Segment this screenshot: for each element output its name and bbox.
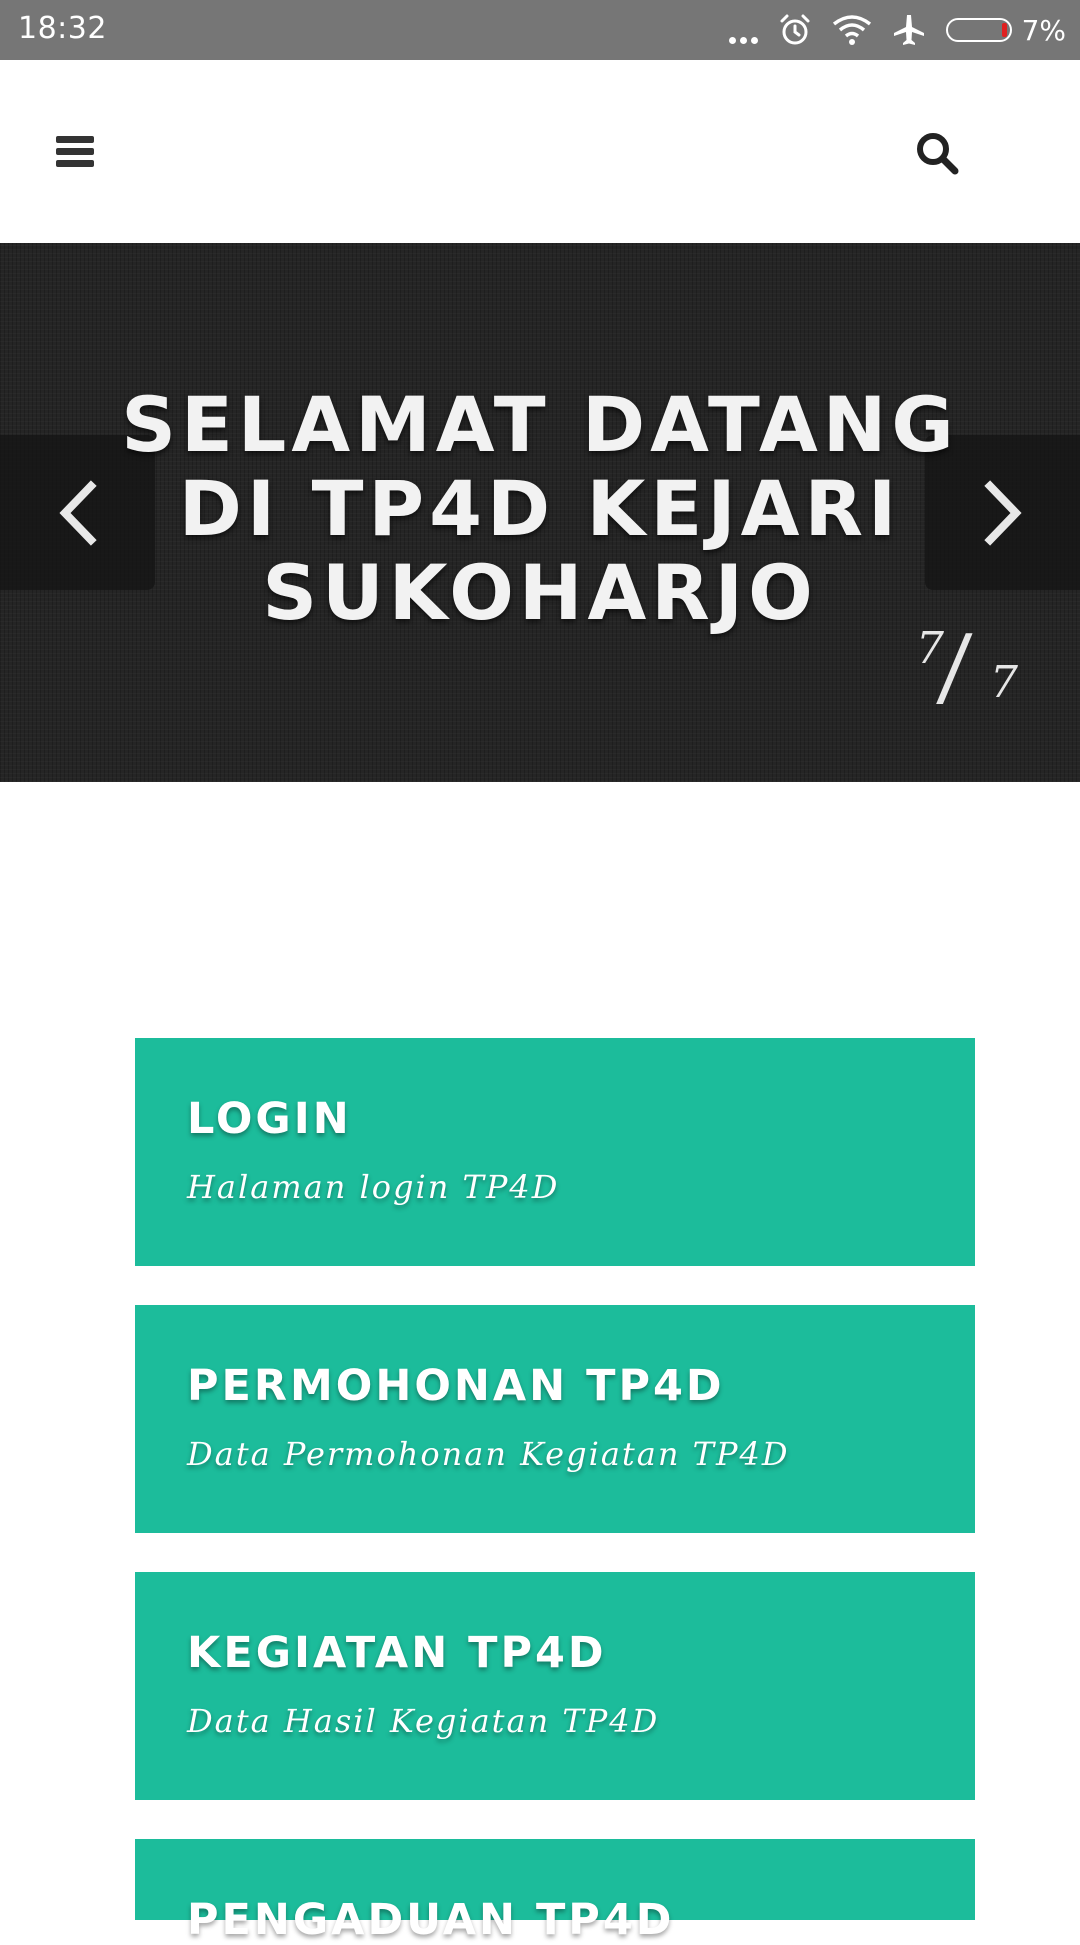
card-subtitle: Data Hasil Kegiatan TP4D: [187, 1702, 660, 1740]
card-subtitle: Data Permohonan Kegiatan TP4D: [187, 1435, 790, 1473]
slide-counter: 7 / 7: [906, 617, 1026, 717]
hero-title: SELAMAT DATANG DI TP4D KEJARI SUKOHARJO: [121, 380, 959, 637]
card-pengaduan[interactable]: PENGADUAN TP4D: [135, 1839, 975, 1945]
card-title: LOGIN: [187, 1094, 352, 1144]
search-icon[interactable]: [914, 130, 960, 176]
card-login[interactable]: LOGIN Halaman login TP4D: [135, 1038, 975, 1266]
status-time: 18:32: [18, 11, 107, 46]
menu-icon[interactable]: [56, 136, 94, 168]
hero-slider: SELAMAT DATANG DI TP4D KEJARI SUKOHARJO …: [0, 243, 1080, 782]
more-dots-icon: [725, 14, 758, 46]
card-permohonan[interactable]: PERMOHONAN TP4D Data Permohonan Kegiatan…: [135, 1305, 975, 1533]
alarm-icon: [780, 14, 810, 45]
card-subtitle: Halaman login TP4D: [187, 1168, 560, 1206]
wifi-icon: [832, 15, 871, 45]
status-icons: 7%: [705, 0, 1066, 60]
card-title: KEGIATAN TP4D: [187, 1628, 607, 1678]
card-title: PENGADUAN TP4D: [187, 1895, 675, 1945]
card-kegiatan[interactable]: KEGIATAN TP4D Data Hasil Kegiatan TP4D: [135, 1572, 975, 1800]
site-header: [0, 60, 1080, 243]
battery-icon: [945, 18, 1012, 42]
slide-total: 7: [990, 657, 1018, 708]
airplane-icon: [893, 15, 924, 45]
status-bar: 18:32 7%: [0, 0, 1080, 60]
card-title: PERMOHONAN TP4D: [187, 1361, 725, 1411]
battery-percent: 7%: [1021, 13, 1066, 47]
